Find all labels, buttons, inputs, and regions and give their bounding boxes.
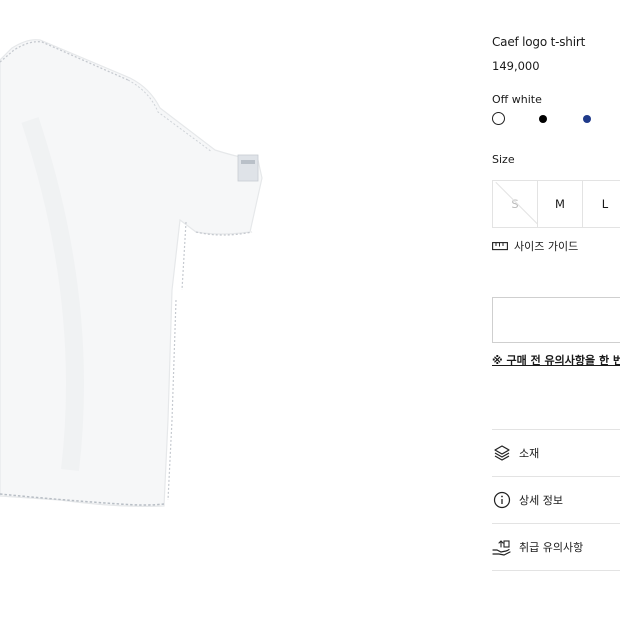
accordion-material-label: 소재 [519, 447, 540, 460]
ruler-icon [492, 242, 508, 251]
size-option-m[interactable]: M [537, 181, 582, 227]
accordion-material[interactable]: 소재 [492, 429, 620, 476]
product-price: 149,000 [492, 59, 540, 73]
accordion-details-label: 상세 정보 [519, 494, 563, 507]
size-label: Size [492, 153, 515, 166]
selected-color-label: Off white [492, 93, 542, 106]
accordion-details[interactable]: 상세 정보 [492, 476, 620, 523]
hand-care-icon [492, 537, 512, 557]
size-option-l[interactable]: L [582, 181, 620, 227]
layers-icon [492, 443, 512, 463]
product-image [0, 0, 470, 620]
info-icon [492, 490, 512, 510]
color-swatch-off-white[interactable] [492, 112, 505, 125]
product-info-panel: Caef logo t-shirt 149,000 Off white Size… [492, 0, 620, 620]
tshirt-illustration [0, 39, 263, 507]
size-option-s[interactable]: S [492, 181, 537, 227]
color-swatch-navy[interactable] [583, 115, 591, 123]
color-swatch-black[interactable] [539, 115, 547, 123]
size-guide-link[interactable]: 사이즈 가이드 [492, 237, 578, 255]
product-title: Caef logo t-shirt [492, 35, 586, 49]
size-selector: S M L [492, 180, 620, 228]
accordion-care[interactable]: 취급 유의사항 [492, 523, 620, 571]
option-select-box[interactable] [492, 297, 620, 343]
purchase-notice-link[interactable]: ※ 구매 전 유의사항을 한 번 [492, 352, 620, 368]
size-guide-label: 사이즈 가이드 [514, 240, 579, 253]
accordion-care-label: 취급 유의사항 [519, 541, 584, 554]
